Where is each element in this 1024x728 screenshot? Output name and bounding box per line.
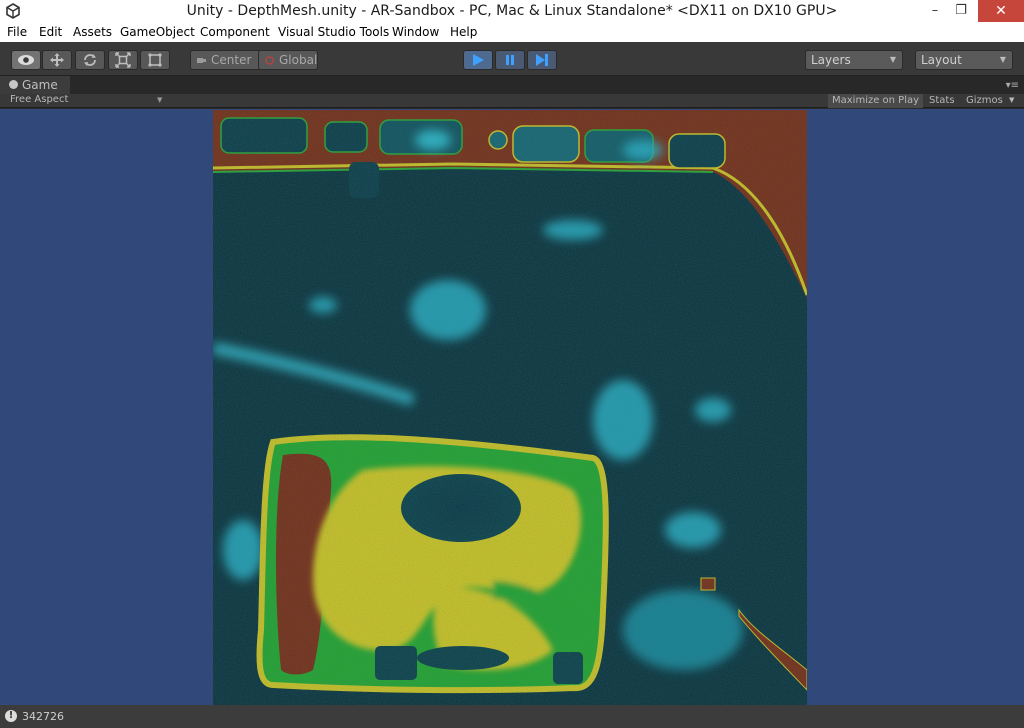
pause-icon [506,55,514,65]
global-label: Global [279,53,318,67]
game-view-controls: Free Aspect ▼ Maximize on Play Stats Giz… [0,94,1024,108]
menu-edit[interactable]: Edit [39,25,62,39]
menu-component[interactable]: Component [200,25,270,39]
maximize-on-play-toggle[interactable]: Maximize on Play [828,94,924,108]
layout-dropdown[interactable]: Layout ▼ [915,50,1013,70]
tab-game[interactable]: Game [0,76,70,94]
rect-transform-icon [148,53,162,67]
global-icon [265,56,274,65]
menu-assets[interactable]: Assets [73,25,112,39]
view-tool-button[interactable] [11,50,41,70]
depth-heightmap-image [213,110,807,706]
move-arrows-icon [50,53,64,67]
game-view[interactable] [0,109,1024,706]
step-button[interactable] [527,50,557,70]
tab-game-label: Game [22,78,58,92]
gizmos-dropdown[interactable]: Gizmos [962,94,1007,108]
play-icon [473,54,484,66]
menu-bar: File Edit Assets GameObject Component Vi… [0,24,1024,42]
stats-toggle[interactable]: Stats [925,94,959,108]
pivot-global-toggle[interactable]: Global [258,50,318,70]
chevron-down-icon: ▼ [999,55,1006,64]
rect-tool-button[interactable] [140,50,170,70]
menu-visual-studio-tools[interactable]: Visual Studio Tools [278,25,389,39]
status-message[interactable]: 342726 [22,710,64,723]
menu-file[interactable]: File [7,25,27,39]
chevron-down-icon: ▼ [889,55,896,64]
menu-help[interactable]: Help [450,25,477,39]
chevron-down-icon: ▼ [1009,96,1015,104]
scale-tool-button[interactable] [108,50,138,70]
pivot-label: Center [211,53,252,67]
main-toolbar: Center Global Layers ▼ Layout ▼ [0,42,1024,76]
move-tool-button[interactable] [42,50,72,70]
rotate-tool-button[interactable] [75,50,105,70]
menu-window[interactable]: Window [392,25,439,39]
pivot-icon [197,58,206,63]
chevron-down-icon: ▼ [157,96,163,104]
layout-label: Layout [921,53,962,67]
pause-button[interactable] [495,50,525,70]
pacman-game-icon [9,80,18,89]
status-bar: ! 342726 [0,705,1024,728]
close-button[interactable]: ✕ [978,0,1024,22]
layers-label: Layers [811,53,851,67]
aspect-dropdown[interactable]: Free Aspect [10,94,68,105]
window-title: Unity - DepthMesh.unity - AR-Sandbox - P… [186,3,838,19]
info-icon[interactable]: ! [5,710,17,722]
scale-icon [115,52,131,68]
pivot-center-toggle[interactable]: Center [190,50,261,70]
rotate-icon [84,54,96,66]
sandbox-depth-render [213,110,807,706]
maximize-button[interactable]: ❐ [946,0,976,22]
panel-menu-icon[interactable]: ▾≡ [1006,80,1019,91]
step-icon [536,54,548,66]
eye-icon [18,55,34,65]
play-button[interactable] [463,50,493,70]
title-bar: Unity - DepthMesh.unity - AR-Sandbox - P… [0,0,1024,24]
layers-dropdown[interactable]: Layers ▼ [805,50,903,70]
game-tab-bar: Game ▾≡ [0,76,1024,94]
menu-gameobject[interactable]: GameObject [120,25,195,39]
